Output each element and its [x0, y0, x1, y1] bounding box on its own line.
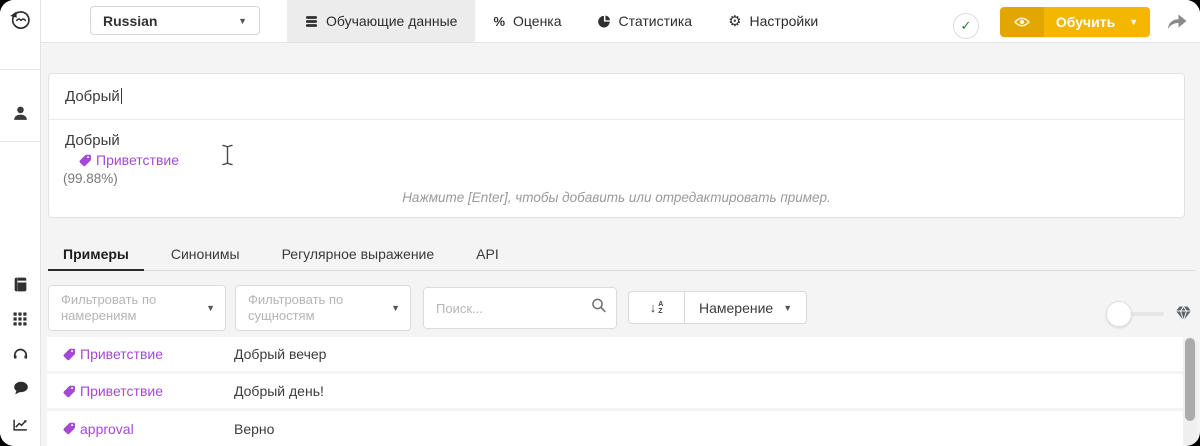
ibeam-cursor-icon [221, 144, 234, 171]
utterance-editor-card: Добрый Добрый Приветствие (99.88%) Нажми… [48, 73, 1185, 218]
tab-examples[interactable]: Примеры [48, 238, 144, 271]
card-divider [49, 119, 1184, 120]
tab-training-data[interactable]: Обучающие данные [287, 0, 476, 42]
topbar: Russian ▼ Обучающие данные % Оценка Стат… [41, 0, 1200, 43]
language-select-value: Russian [103, 12, 158, 29]
tab-evaluation[interactable]: % Оценка [475, 0, 579, 42]
train-button[interactable]: Обучить ▼ [1000, 7, 1150, 37]
app-window: Russian ▼ Обучающие данные % Оценка Стат… [0, 0, 1200, 446]
search-icon [591, 298, 607, 319]
modules-grid-icon[interactable] [7, 306, 33, 332]
entity-filter-placeholder: Фильтровать по сущностям [248, 292, 344, 323]
tag-icon [79, 154, 91, 166]
sidebar-divider [0, 141, 40, 142]
botpress-logo-icon[interactable] [7, 7, 33, 33]
row-intent-tag[interactable]: Приветствие [63, 346, 228, 362]
pie-chart-icon [597, 15, 611, 28]
content-book-icon[interactable] [7, 271, 33, 297]
tag-icon [63, 422, 75, 435]
tab-settings[interactable]: ⚙ Настройки [710, 0, 836, 42]
tab-label: Оценка [513, 13, 562, 29]
row-utterance-text: Верно [234, 420, 275, 437]
sort-alpha-icon: ↓ [649, 300, 657, 315]
row-utterance-text: Добрый день! [234, 383, 324, 399]
chat-bubble-icon[interactable] [7, 375, 33, 401]
chevron-down-icon: ▼ [238, 15, 247, 26]
sort-button-group: ↓ AZ Намерение ▼ [628, 291, 808, 324]
gear-icon: ⚙ [728, 13, 742, 30]
sort-alpha-letters: AZ [658, 300, 664, 315]
row-intent-label: approval [80, 420, 134, 437]
tab-label: Статистика [618, 13, 693, 29]
train-button-main[interactable]: Обучить ▼ [1044, 7, 1150, 37]
intent-filter-select[interactable]: Фильтровать по намерениям ▼ [48, 285, 226, 331]
eye-icon[interactable] [1000, 7, 1044, 37]
preview-intent-label: Приветствие [96, 152, 179, 168]
tab-synonyms[interactable]: Синонимы [156, 238, 255, 270]
topbar-tabs: Обучающие данные % Оценка Статистика ⚙ Н… [287, 0, 836, 42]
section-tab-label: Синонимы [170, 246, 240, 262]
sidebar-divider [0, 69, 40, 70]
chevron-down-icon: ▼ [391, 303, 400, 313]
row-intent-tag[interactable]: approval [63, 421, 228, 437]
utterance-row[interactable]: Приветствие Добрый день! [47, 374, 1183, 408]
user-icon[interactable] [7, 100, 33, 126]
row-intent-tag[interactable]: Приветствие [63, 383, 228, 399]
tag-icon [63, 348, 75, 360]
tab-label: Настройки [749, 13, 819, 29]
section-tabs: Примеры Синонимы Регулярное выражение AP… [48, 238, 1196, 271]
search-box [423, 287, 617, 329]
section-tab-label: API [476, 246, 499, 262]
status-check-icon: ✓ [953, 13, 979, 39]
row-utterance-text: Добрый вечер [234, 346, 327, 362]
utterance-row[interactable]: Приветствие Добрый вечер [47, 337, 1183, 371]
chevron-down-icon: ▼ [206, 303, 215, 313]
sidebar [0, 0, 41, 446]
tab-regex[interactable]: Регулярное выражение [267, 238, 450, 270]
headset-icon[interactable] [7, 340, 33, 366]
tab-api[interactable]: API [461, 238, 514, 270]
analytics-chart-icon[interactable] [7, 411, 33, 437]
search-input[interactable] [424, 288, 616, 328]
database-icon [305, 15, 318, 28]
utterance-row[interactable]: approval Верно [47, 411, 1183, 446]
preview-utterance: Добрый [65, 132, 120, 149]
share-icon[interactable] [1163, 9, 1191, 33]
tab-statistics[interactable]: Статистика [580, 0, 711, 42]
language-select[interactable]: Russian ▼ [90, 6, 260, 35]
text-caret [120, 88, 122, 104]
percent-icon: % [493, 13, 506, 29]
row-intent-label: Приветствие [80, 346, 163, 362]
section-tab-label: Регулярное выражение [281, 246, 435, 262]
intent-filter-placeholder: Фильтровать по намерениям [61, 292, 157, 323]
row-intent-label: Приветствие [80, 383, 163, 399]
utterance-input-value: Добрый [65, 88, 120, 105]
tag-icon [63, 385, 75, 397]
editor-hint: Нажмите [Enter], чтобы добавить или отре… [402, 190, 831, 205]
scrollbar-thumb[interactable] [1185, 338, 1195, 421]
chevron-down-icon: ▼ [1129, 17, 1139, 27]
train-button-label: Обучить [1055, 14, 1116, 30]
gem-icon[interactable] [1174, 305, 1193, 327]
sort-field-select[interactable]: Намерение ▼ [685, 292, 806, 323]
sort-field-label: Намерение [699, 299, 774, 316]
chevron-down-icon: ▼ [783, 302, 793, 313]
tab-label: Обучающие данные [326, 13, 458, 29]
zoom-slider-knob[interactable] [1106, 301, 1132, 327]
section-tab-label: Примеры [63, 246, 129, 262]
scrollbar-track[interactable] [1183, 337, 1197, 446]
preview-confidence: (99.88%) [63, 171, 118, 186]
utterance-input[interactable]: Добрый [65, 88, 122, 105]
entity-filter-select[interactable]: Фильтровать по сущностям ▼ [235, 285, 411, 331]
preview-intent-tag[interactable]: Приветствие [79, 152, 179, 168]
sort-alpha-button[interactable]: ↓ AZ [629, 292, 685, 323]
